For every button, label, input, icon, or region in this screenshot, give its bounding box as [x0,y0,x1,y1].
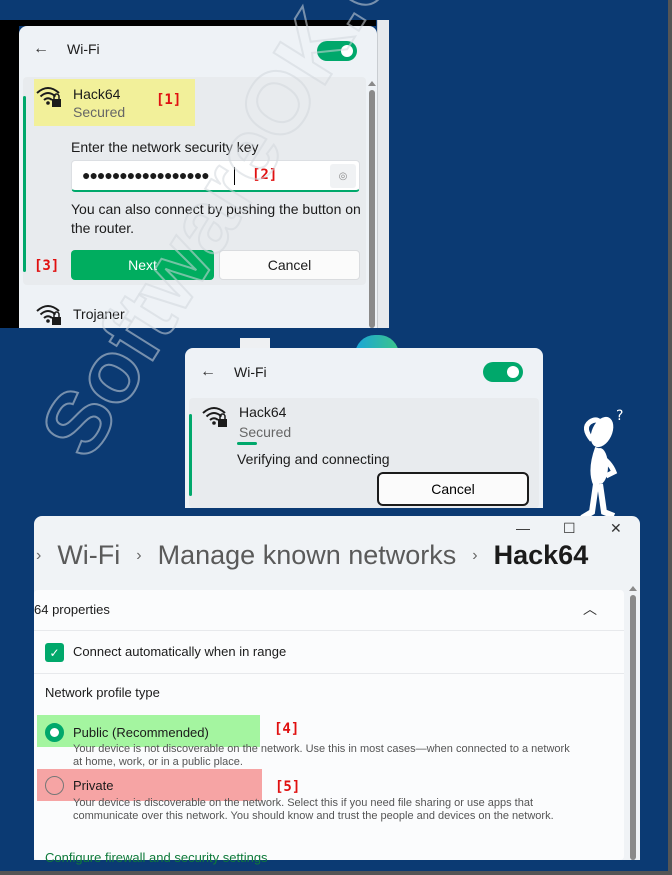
network-name-2: Hack64 [239,404,287,420]
network-status-2: Secured [239,424,292,440]
black-edge-left [0,20,19,328]
wifi-flyout-header: ← Wi-Fi [33,40,100,58]
wifi-secured-icon [36,305,61,325]
connect-automatically-label[interactable]: Connect automatically when in range [73,644,286,659]
configure-firewall-link[interactable]: Configure firewall and security settings [45,850,268,865]
wifi-flyout-header-2: ← Wi-Fi [200,363,267,381]
radio-private-label[interactable]: Private [73,778,113,793]
connecting-status-text: Verifying and connecting [237,451,390,467]
divider [34,630,624,631]
cancel-button[interactable]: Cancel [219,250,360,280]
maximize-button[interactable]: ☐ [563,520,576,537]
radio-public[interactable] [45,723,64,742]
selected-indicator-2 [189,414,192,496]
private-description: Your device is discoverable on the netwo… [73,797,554,822]
scroll-up-arrow[interactable] [368,81,376,86]
annotation-4: [4] [274,721,300,737]
network-status: Secured [73,104,126,120]
wifi-secured-icon [36,87,61,107]
frame-shadow [0,871,672,875]
frame-shadow [668,0,672,875]
breadcrumb-separator: › [36,547,42,564]
network-profile-type-label: Network profile type [45,685,160,700]
breadcrumb-separator: › [136,547,142,564]
close-button[interactable]: ✕ [610,520,622,537]
minimize-button[interactable]: — [516,520,530,536]
desktop-top-strip [0,0,668,20]
annotation-3: [3] [34,258,60,274]
wps-help-text: You can also connect by pushing the butt… [71,201,361,236]
toggle-knob [341,45,353,57]
flyout-scrollbar[interactable] [369,90,375,328]
chevron-up-icon[interactable]: ︿ [583,599,597,619]
flyout-scroll-gutter [377,20,389,328]
divider [34,673,624,674]
properties-section-title[interactable]: 64 properties [34,602,110,617]
scroll-up-arrow[interactable] [629,586,637,591]
breadcrumb-manage-known-networks[interactable]: Manage known networks [158,540,457,571]
connect-automatically-checkbox[interactable]: ✓ [45,643,64,662]
svg-text:?: ? [616,408,623,424]
wifi-secured-icon [202,407,227,427]
breadcrumb-wifi[interactable]: Wi-Fi [57,540,120,571]
annotation-1: [1] [156,92,182,108]
settings-scrollbar[interactable] [630,595,636,860]
security-key-label: Enter the network security key [71,139,259,155]
radio-private[interactable] [45,776,64,795]
wifi-title: Wi-Fi [67,41,100,57]
password-value: ●●●●●●●●●●●●●●●●● [82,167,210,183]
radio-public-label[interactable]: Public (Recommended) [73,725,209,740]
connecting-progress-indicator [237,442,257,445]
wifi-toggle-2[interactable] [483,362,523,382]
wifi-title-2: Wi-Fi [234,364,267,380]
thinking-figure-illustration: ? [580,408,623,520]
next-button[interactable]: Next [71,250,214,280]
arrow-left-icon[interactable]: ← [200,363,216,381]
network-name[interactable]: Hack64 [73,86,120,102]
public-description: Your device is not discoverable on the n… [73,743,570,768]
wifi-toggle[interactable] [317,41,357,61]
selected-indicator [23,96,26,272]
eye-icon[interactable]: ◎ [330,164,356,188]
network-name-other[interactable]: Trojaner [73,306,125,322]
breadcrumb-separator: › [472,547,478,564]
annotation-5: [5] [275,779,301,795]
breadcrumb: › Wi-Fi › Manage known networks › Hack64 [34,540,588,571]
breadcrumb-current-hack64: Hack64 [493,540,589,570]
cancel-connecting-button[interactable]: Cancel [377,472,529,506]
annotation-2: [2] [252,167,278,183]
security-key-input[interactable]: ●●●●●●●●●●●●●●●●● [2] ◎ [71,160,360,192]
toggle-knob [507,366,519,378]
text-caret [234,167,235,185]
arrow-left-icon[interactable]: ← [33,40,49,58]
